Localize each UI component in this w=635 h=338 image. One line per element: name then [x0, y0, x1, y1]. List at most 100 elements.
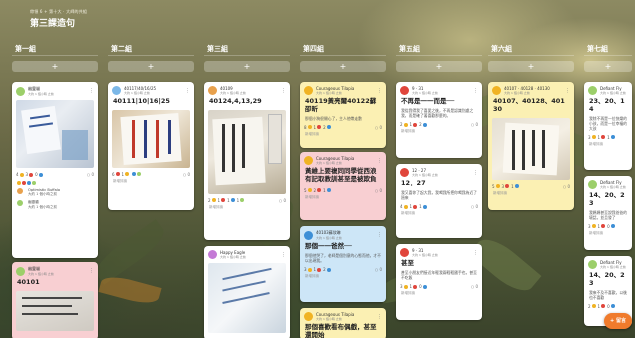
more-vertical-icon[interactable]: ⋮: [377, 314, 382, 320]
reactions-bar: 2 1 2 ○ 0: [400, 122, 478, 128]
comment-icon[interactable]: ○ 0: [183, 172, 190, 177]
lane-title[interactable]: 第一組: [12, 40, 98, 56]
comment: 幽靈貓 大約 1 個小時之前: [12, 199, 98, 212]
lane-title[interactable]: 第四組: [300, 40, 386, 56]
avatar: [304, 312, 313, 321]
add-comment-link[interactable]: 新增評論: [204, 205, 290, 213]
post-subject: 40119黃亮爾40122蘇卲昕: [305, 97, 377, 113]
more-vertical-icon[interactable]: ⋮: [377, 158, 382, 164]
more-vertical-icon[interactable]: ⋮: [89, 268, 94, 274]
post-subject: 40107、40128、40130: [493, 97, 565, 113]
add-post-button[interactable]: +: [108, 61, 194, 72]
like-count[interactable]: 4: [16, 172, 24, 177]
more-vertical-icon[interactable]: ⋮: [377, 232, 382, 238]
lane-4: 第四組 + Courageous Tilapia 大約 1 個小時 之前 ⋮ 4…: [300, 40, 386, 338]
board-title: 第三課造句: [30, 19, 76, 29]
post-photo[interactable]: [16, 290, 94, 331]
post-card[interactable]: 9 · 31 大約 1 個小時 之前 ⋮ 甚至 甚至小朋友們接近年輕我兩輕輕國手…: [396, 244, 482, 320]
add-comment-fab[interactable]: + 留言: [604, 313, 632, 329]
avatar: [208, 86, 217, 95]
lane-title[interactable]: 第三組: [204, 40, 290, 56]
avatar: [400, 248, 409, 257]
post-photo[interactable]: [112, 109, 190, 168]
avatar: [208, 250, 217, 259]
comment-icon[interactable]: ○ 0: [471, 284, 478, 289]
post-subject: 那個喜歡看布偶戲，甚至還開始: [305, 323, 377, 338]
add-comment-link[interactable]: 新增評論: [300, 195, 386, 203]
lane-title[interactable]: 第二組: [108, 40, 194, 56]
heart-count[interactable]: 3: [26, 172, 34, 177]
reactions-bar: 5 3 1 ○ 0: [492, 183, 570, 189]
add-post-button[interactable]: +: [396, 61, 482, 72]
avatar: [112, 86, 121, 95]
add-post-button[interactable]: +: [300, 61, 386, 72]
avatar: [304, 156, 313, 165]
post-card[interactable]: 40117/40/16/25 大約 1 個小時 之前 ⋮ 40111|10|16…: [108, 82, 194, 210]
post-subject: 23、20、14: [589, 97, 625, 113]
post-card[interactable]: Courageous Tilapia 大約 1 個小時 之前 ⋮ 黃維上要複同同…: [300, 152, 386, 220]
post-photo[interactable]: [208, 263, 286, 333]
reactions-bar: 2 1 0: [584, 302, 632, 311]
breadcrumb[interactable]: 帶領 6 + 第十大 · 大師的共組: [30, 9, 87, 15]
post-body: 我又喜你了起大我，我喝我所把你喝我為近了過來: [401, 189, 477, 200]
more-vertical-icon[interactable]: ⋮: [281, 88, 286, 94]
add-comment-link[interactable]: 新增評論: [300, 132, 386, 140]
comment-icon[interactable]: ○ 0: [375, 125, 382, 130]
add-comment-link[interactable]: 新增評論: [108, 179, 194, 187]
reactions-bar: 3 1 0 ○ 0: [400, 284, 478, 290]
comment-icon[interactable]: ○ 0: [87, 172, 94, 177]
post-card[interactable]: Defiant Fly 大約 1 個小時 之前 14、20、23 我媽媽甚至說我…: [584, 176, 632, 250]
comment-icon[interactable]: ○ 0: [563, 184, 570, 189]
comment-icon[interactable]: ○ 0: [471, 204, 478, 209]
add-comment-link[interactable]: 新增評論: [584, 231, 632, 239]
post-card[interactable]: Courageous Tilapia 大約 1 個小時 之前 ⋮ 40119黃亮…: [300, 82, 386, 148]
add-comment-link[interactable]: 新增評論: [488, 191, 574, 199]
post-body: 我除不再是一位快樂的小孩，而是一位幸福的大孩: [589, 115, 627, 131]
comment-icon[interactable]: ○ 0: [471, 122, 478, 127]
post-card[interactable]: 幽靈貓 大約 1 個小時 之前 ⋮ 4 3 0 ○ 0 Optimistic B…: [12, 82, 98, 258]
post-photo[interactable]: [492, 117, 570, 180]
more-vertical-icon[interactable]: ⋮: [89, 88, 94, 94]
avatar: [17, 200, 23, 206]
post-card[interactable]: 40109 大約 1 個小時 之前 ⋮ 40124,4,13,29 2 1 1 …: [204, 82, 290, 240]
comment: Optimistic Buffalo 大約 1 個小時之前: [12, 187, 98, 199]
more-vertical-icon[interactable]: ⋮: [565, 88, 570, 94]
add-post-button[interactable]: +: [12, 61, 98, 72]
post-card[interactable]: Happy Eagle 大約 1 個小時 之前 ⋮: [204, 246, 290, 338]
lane-title[interactable]: 第七組: [584, 40, 632, 56]
more-vertical-icon[interactable]: ⋮: [473, 250, 478, 256]
comment-icon[interactable]: ○ 0: [375, 267, 382, 272]
add-post-button[interactable]: +: [488, 61, 574, 72]
add-comment-link[interactable]: 新增評論: [584, 142, 632, 150]
more-vertical-icon[interactable]: ⋮: [473, 88, 478, 94]
post-card[interactable]: 12 · 27 大約 1 個小時 之前 ⋮ 12．27 我又喜你了起大我，我喝我…: [396, 164, 482, 238]
more-vertical-icon[interactable]: ⋮: [377, 88, 382, 94]
post-card[interactable]: Defiant Fly 大約 1 個小時 之前 23、20、14 我除不再是一位…: [584, 82, 632, 170]
lane-1: 第一組 + 幽靈貓 大約 1 個小時 之前 ⋮ 4 3 0 ○ 0 Optimi…: [12, 40, 98, 338]
add-comment-link[interactable]: 新增評論: [396, 291, 482, 299]
post-card[interactable]: 40107 · 40128 · 40130 大約 1 個小時 之前 ⋮ 4010…: [488, 82, 574, 210]
add-post-button[interactable]: +: [204, 61, 290, 72]
post-card[interactable]: 9 · 31 大約 1 個小時 之前 ⋮ 不再是一一而是── 我從我得我了喜愛之…: [396, 82, 482, 158]
reactions-bar: 4 3 0 ○ 0: [12, 170, 98, 179]
avatar: [16, 266, 25, 276]
post-card[interactable]: 40103蘇欣琳 大約 1 個小時 之前 ⋮ 那個一一爸然── 那個他哭了，老師…: [300, 226, 386, 302]
more-vertical-icon[interactable]: ⋮: [185, 88, 190, 94]
post-card[interactable]: Courageous Tilapia 大約 1 個小時 之前 ⋮ 那個喜歡看布偶…: [300, 308, 386, 338]
add-comment-link[interactable]: 新增評論: [300, 274, 386, 282]
comment-icon[interactable]: ○ 0: [375, 188, 382, 193]
add-comment-link[interactable]: 新增評論: [396, 129, 482, 137]
post-photo[interactable]: [16, 100, 94, 168]
add-post-button[interactable]: +: [584, 61, 632, 72]
post-card[interactable]: 幽靈貓 大約 1 個小時 之前 ⋮ 40101: [12, 262, 98, 338]
add-comment-link[interactable]: 新增評論: [396, 211, 482, 219]
star-count[interactable]: 0: [35, 172, 43, 177]
more-vertical-icon[interactable]: ⋮: [281, 252, 286, 258]
reactions-bar: 4 1 1 ○ 0: [400, 204, 478, 210]
post-time: 大約 1 個小時 之前: [28, 92, 54, 96]
lane-title[interactable]: 第五組: [396, 40, 482, 56]
post-photo[interactable]: [208, 109, 286, 194]
more-vertical-icon[interactable]: ⋮: [473, 170, 478, 176]
comment-icon[interactable]: ○ 0: [279, 198, 286, 203]
lane-title[interactable]: 第六組: [488, 40, 574, 56]
